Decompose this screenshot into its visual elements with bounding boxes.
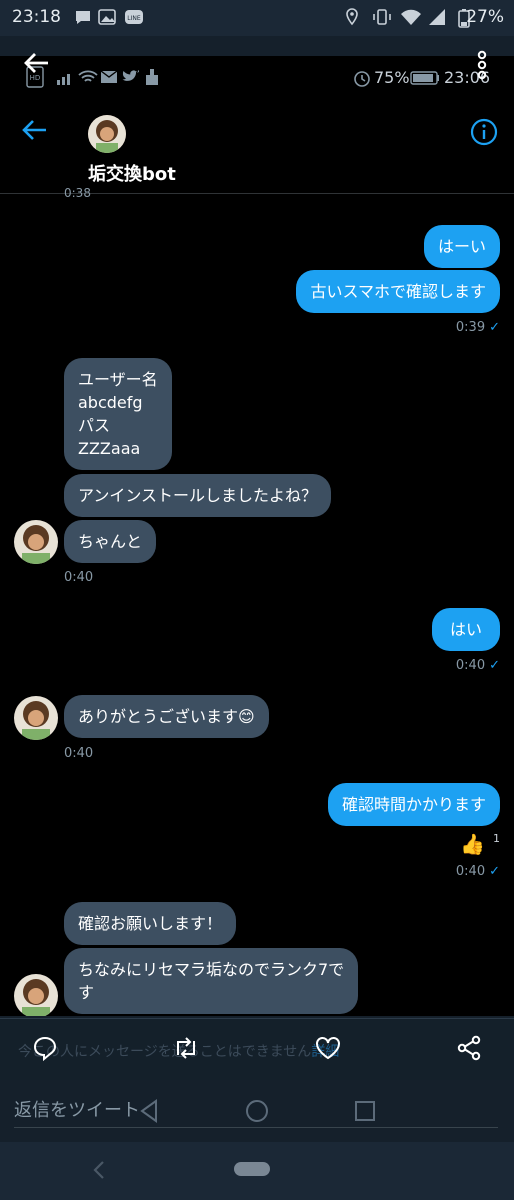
- message-bubble[interactable]: ちゃんと: [64, 520, 157, 563]
- status-time: 23:18: [12, 7, 61, 27]
- message-text: ZZZaaa: [78, 439, 141, 458]
- more-options-icon[interactable]: [470, 48, 494, 82]
- message-text: はい: [449, 620, 482, 639]
- info-icon[interactable]: [470, 118, 498, 146]
- nav-back-triangle-icon: [140, 1099, 157, 1123]
- reaction[interactable]: 👍 1: [460, 832, 500, 856]
- avatar[interactable]: [14, 974, 58, 1016]
- signal-icon: [429, 9, 445, 25]
- dm-screenshot: HD 75% 23:06 垢交換bot 0:38 はーい 古いスマホで確認します…: [0, 56, 514, 1016]
- nav-home-circle-icon: [246, 1100, 268, 1122]
- inner-battery-percent: 75%: [374, 68, 410, 87]
- reply-icon[interactable]: [32, 1035, 58, 1061]
- nav-home-pill[interactable]: [234, 1162, 270, 1176]
- like-heart-icon[interactable]: [314, 1035, 342, 1061]
- reply-placeholder: 返信をツイート: [14, 1100, 140, 1121]
- retweet-icon[interactable]: [172, 1035, 200, 1061]
- check-icon: ✓: [489, 658, 500, 673]
- message-time: 0:40: [455, 864, 486, 879]
- inner-status-bar: HD 75% 23:06: [0, 56, 514, 100]
- message-bubble[interactable]: はーい: [423, 225, 500, 268]
- status-bar: 23:18 LINE 27%: [0, 0, 514, 36]
- avatar[interactable]: [14, 520, 58, 564]
- line-app-icon: LINE: [125, 10, 143, 24]
- cleaner-icon: [146, 69, 158, 85]
- message-time: 0:38: [64, 186, 91, 200]
- check-icon: ✓: [489, 320, 500, 335]
- message-bubble[interactable]: 確認お願いします！: [64, 902, 237, 945]
- message-bubble[interactable]: アンインストールしましたよね？: [64, 474, 332, 517]
- back-arrow-icon[interactable]: [20, 118, 48, 142]
- reply-bar: 返信をツイート: [0, 1080, 514, 1142]
- message-text: 確認時間かかります: [341, 795, 486, 814]
- twitter-bird-icon: [122, 70, 139, 81]
- close-viewer-arrow-icon[interactable]: [22, 50, 50, 76]
- nav-back-chevron-icon[interactable]: [92, 1160, 106, 1180]
- thumbs-up-icon: 👍: [460, 832, 485, 856]
- conversation-title: 垢交換bot: [88, 164, 176, 185]
- check-icon: ✓: [489, 864, 500, 879]
- inner-wifi-icon: [78, 70, 98, 82]
- message-text: 確認お願いします！: [78, 914, 223, 933]
- message-text: 古いスマホで確認します: [310, 282, 486, 301]
- reaction-count: 1: [493, 832, 500, 845]
- message-text: はーい: [437, 237, 486, 256]
- battery-percent: 27%: [466, 7, 504, 27]
- message-text: ユーザー名: [78, 370, 158, 389]
- message-time: 0:40: [455, 658, 486, 673]
- message-text: ちなみにリセマラ垢なのでランク7で: [78, 960, 345, 979]
- message-bubble[interactable]: 古いスマホで確認します: [296, 270, 500, 313]
- message-bubble[interactable]: はい: [431, 608, 500, 651]
- message-bubble[interactable]: ユーザー名 abcdefg パス ZZZaaa: [64, 358, 172, 470]
- message-text: パス: [78, 416, 111, 435]
- message-bubble[interactable]: ちなみにリセマラ垢なのでランク7で す: [64, 948, 359, 1014]
- wifi-icon: [401, 9, 421, 25]
- message-time: 0:40: [64, 746, 94, 761]
- chat-bubble-icon: [76, 11, 90, 24]
- location-icon: [346, 8, 358, 26]
- notice-text: 今この人にメッセージを送ることはできません: [18, 1044, 312, 1060]
- mail-icon: [100, 70, 118, 83]
- message-meta: 0:40 ✓: [456, 658, 500, 673]
- share-icon[interactable]: [456, 1035, 482, 1061]
- dm-header: 垢交換bot: [0, 100, 514, 194]
- message-text: ちゃんと: [78, 532, 143, 551]
- tweet-action-bar: 今この人にメッセージを送ることはできません詳細: [0, 1018, 514, 1080]
- message-meta: 0:39 ✓: [456, 320, 500, 335]
- image-viewer-bar: [0, 36, 514, 56]
- image-icon: [98, 9, 116, 25]
- message-meta: 0:40 ✓: [456, 864, 500, 879]
- avatar[interactable]: [88, 115, 126, 153]
- message-text: ありがとうございます😊: [78, 707, 255, 726]
- message-bubble[interactable]: ありがとうございます😊: [64, 695, 269, 738]
- message-bubble[interactable]: 確認時間かかります: [327, 783, 500, 826]
- message-text: す: [78, 983, 95, 1002]
- alarm-icon: [354, 71, 370, 87]
- svg-text:LINE: LINE: [127, 15, 141, 22]
- message-text: アンインストールしましたよね？: [78, 486, 318, 505]
- inner-battery-icon: [410, 71, 439, 85]
- nav-recents-square-icon: [355, 1101, 375, 1121]
- inner-signal-icon: [57, 74, 70, 85]
- avatar[interactable]: [14, 696, 58, 740]
- message-time: 0:40: [64, 570, 94, 585]
- system-navbar: [0, 1142, 514, 1200]
- message-time: 0:39: [455, 320, 486, 335]
- message-text: abcdefg: [78, 393, 143, 412]
- vibrate-icon: [373, 9, 391, 25]
